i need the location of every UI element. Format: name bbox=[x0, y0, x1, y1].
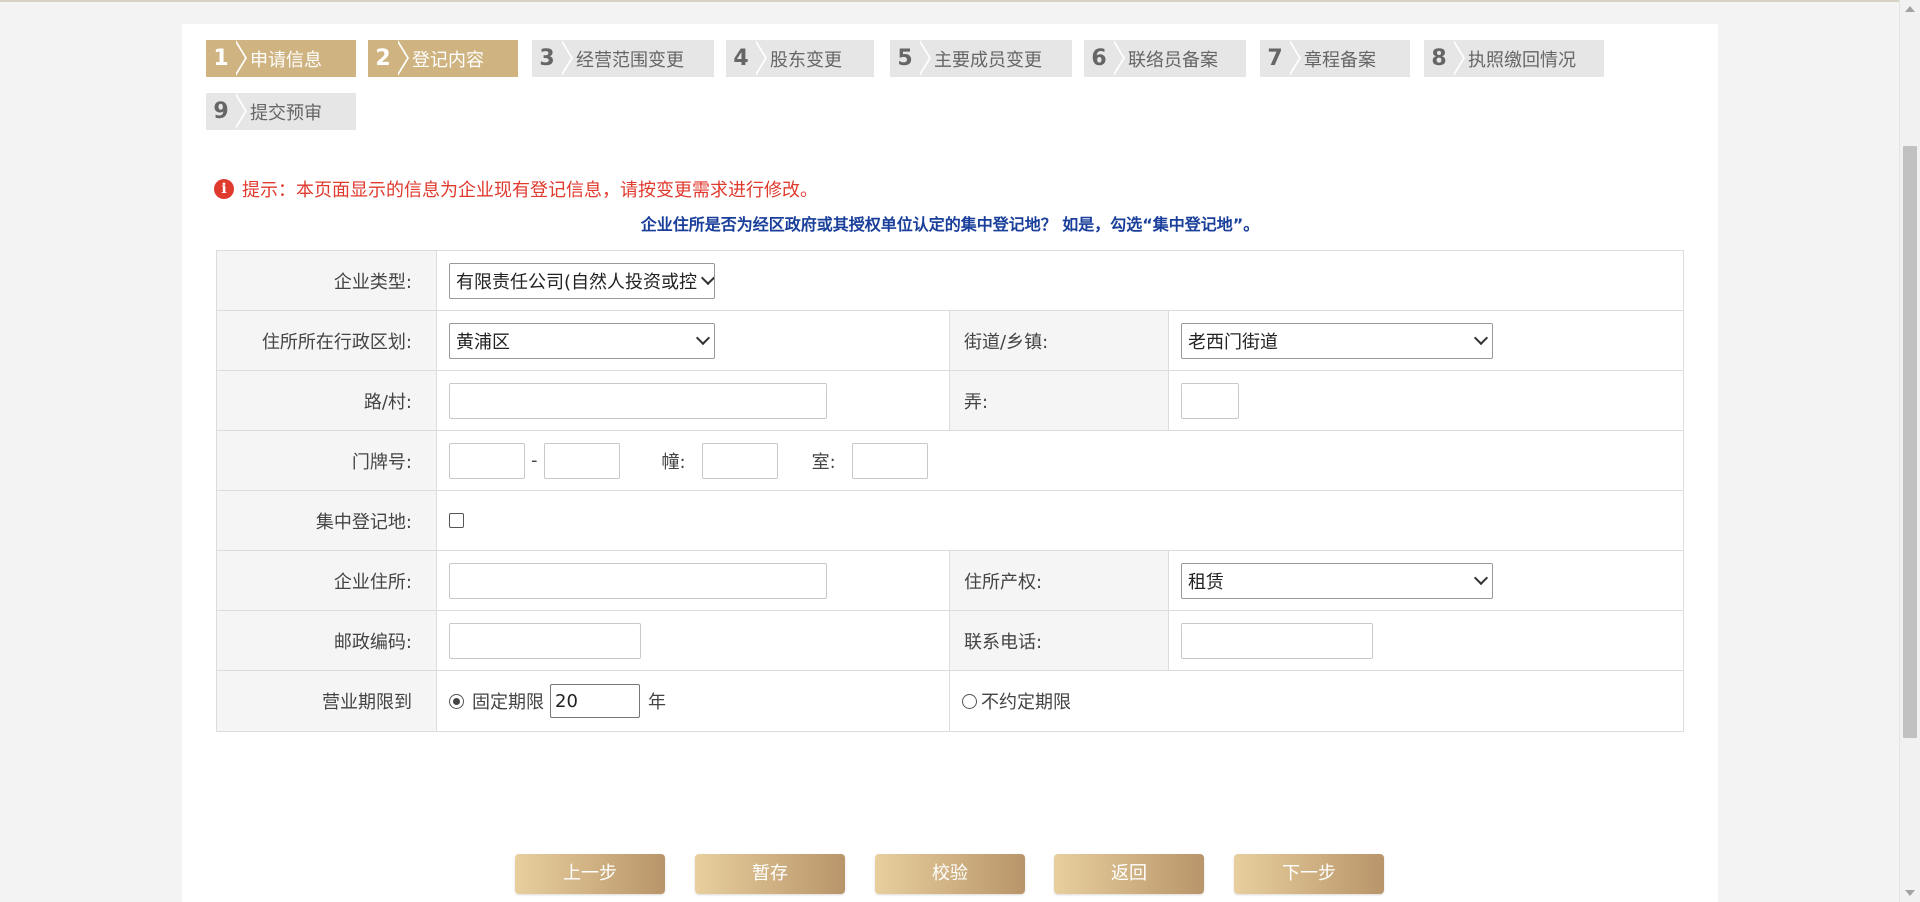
central-registration-question: 企业住所是否为经区政府或其授权单位认定的集中登记地？ 如是，勾选“集中登记地”。 bbox=[640, 215, 1260, 234]
indefinite-term-radio[interactable] bbox=[962, 693, 977, 709]
step-label: 登记内容 bbox=[412, 49, 484, 71]
step-number: 5 bbox=[897, 46, 913, 71]
step-label: 提交预审 bbox=[250, 102, 322, 124]
info-icon: i bbox=[214, 179, 234, 199]
form-row-address: 企业住所: 住所产权: 租赁 bbox=[217, 551, 1683, 611]
scroll-down-icon[interactable] bbox=[1905, 890, 1915, 896]
door-label: 门牌号: bbox=[217, 431, 437, 490]
street-value: 老西门街道 bbox=[1188, 331, 1278, 353]
chevron-down-icon bbox=[695, 330, 711, 346]
step-9[interactable]: 9 提交预审 bbox=[206, 93, 356, 130]
door-number-to-input[interactable] bbox=[543, 442, 620, 479]
room-label: 室: bbox=[811, 451, 836, 473]
step-number: 6 bbox=[1091, 46, 1107, 71]
next-step-button[interactable]: 下一步 bbox=[1234, 854, 1384, 894]
hint-text: 提示：本页面显示的信息为企业现有登记信息，请按变更需求进行修改。 bbox=[242, 180, 818, 201]
fixed-term-radio[interactable] bbox=[449, 693, 464, 709]
step-number: 9 bbox=[213, 99, 229, 124]
step-label: 主要成员变更 bbox=[934, 49, 1042, 71]
validate-button[interactable]: 校验 bbox=[875, 854, 1025, 894]
hint-message: i 提示：本页面显示的信息为企业现有登记信息，请按变更需求进行修改。 bbox=[214, 176, 818, 202]
district-select[interactable]: 黄浦区 bbox=[449, 322, 715, 359]
company-type-select[interactable]: 有限责任公司(自然人投资或控 bbox=[449, 262, 715, 299]
postcode-label: 邮政编码: bbox=[217, 611, 437, 670]
phone-input[interactable] bbox=[1181, 622, 1373, 659]
property-label: 住所产权: bbox=[949, 551, 1169, 610]
form-row-district: 住所所在行政区划: 黄浦区 街道/乡镇: 老西门街道 bbox=[217, 311, 1683, 371]
step-number: 7 bbox=[1267, 46, 1283, 71]
top-border bbox=[0, 0, 1900, 2]
scroll-up-icon[interactable] bbox=[1905, 6, 1915, 12]
lane-input[interactable] bbox=[1181, 382, 1239, 419]
step-2[interactable]: 2 登记内容 bbox=[368, 40, 518, 77]
year-unit-label: 年 bbox=[648, 692, 666, 713]
prev-step-button[interactable]: 上一步 bbox=[515, 854, 665, 894]
step-1[interactable]: 1 申请信息 bbox=[206, 40, 356, 77]
term-label: 营业期限到 bbox=[217, 671, 437, 731]
step-3[interactable]: 3 经营范围变更 bbox=[532, 40, 714, 77]
address-input[interactable] bbox=[449, 562, 827, 599]
form-row-road: 路/村: 弄: bbox=[217, 371, 1683, 431]
lane-label: 弄: bbox=[949, 371, 1169, 430]
form-row-door: 门牌号: - 幢: 室: bbox=[217, 431, 1683, 491]
company-type-label: 企业类型: bbox=[217, 251, 437, 310]
step-8[interactable]: 8 执照缴回情况 bbox=[1424, 40, 1604, 77]
step-6[interactable]: 6 联络员备案 bbox=[1084, 40, 1246, 77]
registration-form: 企业类型: 有限责任公司(自然人投资或控 住所所在行政区划: 黄浦区 街道/乡镇… bbox=[216, 250, 1684, 732]
building-label: 幢: bbox=[661, 451, 686, 473]
scrollbar-thumb[interactable] bbox=[1903, 146, 1917, 738]
street-select[interactable]: 老西门街道 bbox=[1181, 322, 1493, 359]
vertical-scrollbar[interactable] bbox=[1899, 0, 1920, 902]
step-number: 2 bbox=[375, 46, 391, 71]
road-input[interactable] bbox=[449, 382, 827, 419]
step-label: 执照缴回情况 bbox=[1468, 49, 1576, 71]
step-label: 联络员备案 bbox=[1128, 49, 1218, 71]
form-row-term: 营业期限到 固定期限 20 年 不约定期限 bbox=[217, 671, 1683, 731]
postcode-input[interactable] bbox=[449, 622, 641, 659]
step-number: 4 bbox=[733, 46, 749, 71]
chevron-down-icon bbox=[1473, 570, 1489, 586]
step-number: 3 bbox=[539, 46, 555, 71]
step-number: 1 bbox=[213, 46, 229, 71]
central-registration-checkbox[interactable] bbox=[449, 513, 464, 528]
form-row-postcode: 邮政编码: 联系电话: bbox=[217, 611, 1683, 671]
indefinite-term-label: 不约定期限 bbox=[981, 692, 1071, 713]
term-years-input[interactable]: 20 bbox=[550, 684, 640, 718]
district-label: 住所所在行政区划: bbox=[217, 311, 437, 370]
step-label: 股东变更 bbox=[770, 49, 842, 71]
chevron-down-icon bbox=[1473, 330, 1489, 346]
building-input[interactable] bbox=[701, 442, 778, 479]
step-7[interactable]: 7 章程备案 bbox=[1260, 40, 1410, 77]
step-5[interactable]: 5 主要成员变更 bbox=[890, 40, 1072, 77]
road-label: 路/村: bbox=[217, 371, 437, 430]
main-panel: 1 申请信息 2 登记内容 3 经营范围变更 4 股东变更 5 主要成员变更 6… bbox=[182, 24, 1718, 902]
back-button[interactable]: 返回 bbox=[1054, 854, 1204, 894]
step-label: 申请信息 bbox=[250, 49, 322, 71]
central-label: 集中登记地: bbox=[217, 491, 437, 550]
door-dash: - bbox=[531, 450, 538, 471]
chevron-down-icon bbox=[700, 270, 714, 286]
save-draft-button[interactable]: 暂存 bbox=[695, 854, 845, 894]
step-label: 经营范围变更 bbox=[576, 49, 684, 71]
district-value: 黄浦区 bbox=[456, 331, 510, 353]
phone-label: 联系电话: bbox=[949, 611, 1169, 670]
company-type-value: 有限责任公司(自然人投资或控 bbox=[456, 271, 698, 293]
form-row-company-type: 企业类型: 有限责任公司(自然人投资或控 bbox=[217, 251, 1683, 311]
street-label: 街道/乡镇: bbox=[949, 311, 1169, 370]
fixed-term-label: 固定期限 bbox=[472, 692, 544, 713]
form-row-central: 集中登记地: bbox=[217, 491, 1683, 551]
door-number-from-input[interactable] bbox=[449, 442, 525, 479]
step-4[interactable]: 4 股东变更 bbox=[726, 40, 874, 77]
step-label: 章程备案 bbox=[1304, 49, 1376, 71]
room-input[interactable] bbox=[851, 442, 928, 479]
step-number: 8 bbox=[1431, 46, 1447, 71]
property-value: 租赁 bbox=[1188, 571, 1224, 593]
property-select[interactable]: 租赁 bbox=[1181, 562, 1493, 599]
address-label: 企业住所: bbox=[217, 551, 437, 610]
